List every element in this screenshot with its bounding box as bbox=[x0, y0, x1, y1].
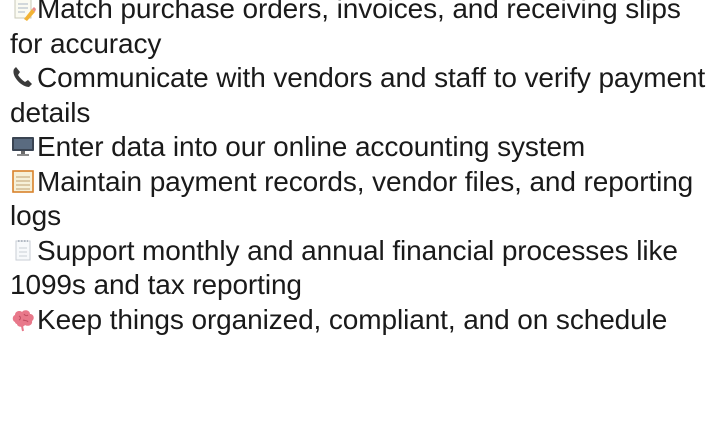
list-item: Keep things organized, compliant, and on… bbox=[10, 303, 710, 338]
ledger-icon bbox=[10, 168, 36, 194]
list-item-text: Match purchase orders, invoices, and rec… bbox=[10, 0, 681, 59]
list-item-text: Support monthly and annual financial pro… bbox=[10, 234, 678, 301]
list-item-text: Keep things organized, compliant, and on… bbox=[37, 303, 668, 335]
calendar-spiral-icon bbox=[10, 237, 36, 263]
task-list: Match purchase orders, invoices, and rec… bbox=[10, 0, 710, 337]
brain-icon bbox=[10, 306, 36, 332]
list-item: Enter data into our online accounting sy… bbox=[10, 130, 710, 165]
list-item: Match purchase orders, invoices, and rec… bbox=[10, 0, 710, 61]
list-item-text: Communicate with vendors and staff to ve… bbox=[10, 62, 706, 128]
list-item-text: Enter data into our online accounting sy… bbox=[37, 131, 586, 162]
list-item: Support monthly and annual financial pro… bbox=[10, 234, 710, 303]
list-item-text: Maintain payment records, vendor files, … bbox=[10, 165, 694, 232]
list-item: Maintain payment records, vendor files, … bbox=[10, 165, 710, 234]
list-item: Communicate with vendors and staff to ve… bbox=[10, 61, 710, 130]
desktop-computer-icon bbox=[10, 133, 36, 159]
memo-icon bbox=[10, 0, 36, 21]
telephone-receiver-icon bbox=[10, 64, 36, 90]
